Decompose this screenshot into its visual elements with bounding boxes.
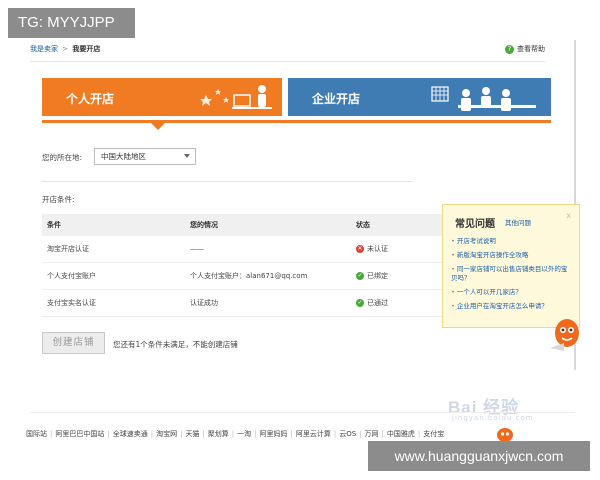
footer-link[interactable]: 淘宝网 <box>156 429 177 439</box>
header-your-situation: 您的情况 <box>190 221 218 229</box>
table-row: 支付宝实名认证 认证成功 ✓ 已通过 <box>42 290 442 317</box>
row-detail: 认证成功 <box>190 299 218 307</box>
footer-link[interactable]: 云OS <box>339 429 356 439</box>
footer-separator: | <box>254 430 257 438</box>
page: 我是卖家 > 我要开店 ? 查看帮助 个人开店 企业开店 您的所在地: 中国大陆… <box>0 0 600 480</box>
faq-item[interactable]: 一个人可以开几家店？ <box>451 288 569 297</box>
close-icon[interactable]: x <box>566 211 571 220</box>
region-label: 您的所在地: <box>42 153 83 162</box>
footer-separator: | <box>202 430 205 438</box>
header-status: 状态 <box>356 221 370 229</box>
table-header: 条件 您的情况 状态 <box>42 214 442 236</box>
tab-personal-shop[interactable]: 个人开店 <box>42 78 282 116</box>
conditions-table: 条件 您的情况 状态 淘宝开店认证 —— ✕ 未认证 个人支付宝账户 个人支付宝… <box>42 214 442 317</box>
tab-enterprise-shop[interactable]: 企业开店 <box>288 78 551 116</box>
footer-link[interactable]: 聚划算 <box>208 429 229 439</box>
footer-separator: | <box>180 430 183 438</box>
help-icon: ? <box>505 44 514 54</box>
row-status: ✓ 已通过 <box>356 298 442 308</box>
enterprise-shop-illustration-icon <box>431 86 536 111</box>
baidu-watermark-sub: jingyan.baidu.com <box>452 414 534 422</box>
row-status-text: 未认证 <box>367 245 388 253</box>
watermark-url-badge: www.huangguanxjwcn.com <box>368 441 590 471</box>
cross-icon: ✕ <box>356 245 364 253</box>
create-shop-note: 您还有1个条件未满足，不能创建店铺 <box>113 340 238 349</box>
row-status: ✕ 未认证 <box>356 244 442 254</box>
row-condition: 淘宝开店认证 <box>47 245 89 253</box>
footer-separator: | <box>150 430 154 438</box>
check-icon: ✓ <box>356 272 364 280</box>
footer-separator: | <box>359 430 362 438</box>
footer-separator: | <box>290 430 293 438</box>
tab-personal-label: 个人开店 <box>66 92 115 106</box>
breadcrumb-current: 我要开店 <box>72 45 101 53</box>
faq-item[interactable]: 同一家店铺可以出售店铺类目以外的宝贝吗？ <box>451 265 569 283</box>
watermark-top-badge: TG: MYYJJPP <box>8 8 135 38</box>
footer-link[interactable]: 阿里妈妈 <box>260 429 288 439</box>
footer-link[interactable]: 阿里云计算 <box>296 429 331 439</box>
footer-link[interactable]: 中国雅虎 <box>387 429 415 439</box>
region-selected-value: 中国大陆地区 <box>101 152 146 161</box>
row-detail: 个人支付宝账户：alan671@qq.com <box>190 272 308 280</box>
footer-link[interactable]: 全球速卖通 <box>113 429 148 439</box>
footer-divider <box>30 412 575 413</box>
mascot-icon <box>550 319 579 351</box>
top-bar: 我是卖家 > 我要开店 ? 查看帮助 <box>30 44 545 58</box>
create-shop-button[interactable]: 创建店铺 <box>42 332 105 354</box>
tab-underline <box>42 120 551 123</box>
row-condition: 支付宝实名认证 <box>47 299 96 307</box>
footer-link[interactable]: 阿里巴巴中国站 <box>55 429 104 439</box>
row-condition: 个人支付宝账户 <box>47 272 96 280</box>
help-link[interactable]: ? 查看帮助 <box>505 44 545 54</box>
row-status-text: 已通过 <box>367 299 388 307</box>
footer-separator: | <box>333 430 337 438</box>
help-label: 查看帮助 <box>517 45 545 53</box>
tab-enterprise-label: 企业开店 <box>312 92 361 106</box>
faq-item[interactable]: 新版淘宝开店操作全攻略 <box>451 251 569 260</box>
footer-separator: | <box>107 430 110 438</box>
conditions-title: 开店条件: <box>42 195 75 204</box>
faq-more-link[interactable]: 其他问题 <box>505 217 531 227</box>
chevron-down-icon <box>184 154 190 158</box>
footer-link[interactable]: 国际站 <box>26 429 47 439</box>
row-detail: —— <box>190 245 204 253</box>
check-icon: ✓ <box>356 299 364 307</box>
footer-separator: | <box>50 430 53 438</box>
table-row: 个人支付宝账户 个人支付宝账户：alan671@qq.com ✓ 已绑定 <box>42 263 442 290</box>
faq-title: 常见问题 <box>455 219 495 230</box>
footer-links: 国际站 | 阿里巴巴中国站 | 全球速卖通 | 淘宝网 | 天猫 | 聚划算 | 一淘 | 阿… <box>24 429 446 439</box>
footer-separator: | <box>231 430 235 438</box>
footer-link[interactable]: 天猫 <box>185 429 199 439</box>
faq-item[interactable]: 开店考试说明 <box>451 237 569 246</box>
breadcrumb-seller-link[interactable]: 我是卖家 <box>30 45 58 53</box>
active-tab-caret <box>151 123 165 130</box>
footer-link[interactable]: 支付宝 <box>423 429 444 439</box>
breadcrumb-separator: > <box>62 45 69 53</box>
region-select[interactable]: 中国大陆地区 <box>94 148 196 165</box>
footer-link[interactable]: 万网 <box>365 429 379 439</box>
section-divider <box>42 181 412 182</box>
footer-link[interactable]: 一淘 <box>237 429 251 439</box>
footer-mascot-icon <box>497 428 513 442</box>
personal-shop-illustration-icon <box>200 85 272 109</box>
row-status-text: 已绑定 <box>367 272 388 280</box>
footer-separator: | <box>381 430 384 438</box>
table-row: 淘宝开店认证 —— ✕ 未认证 <box>42 236 442 263</box>
header-condition: 条件 <box>47 221 61 229</box>
footer-separator: | <box>417 430 421 438</box>
top-divider <box>30 61 545 62</box>
row-status: ✓ 已绑定 <box>356 271 442 281</box>
